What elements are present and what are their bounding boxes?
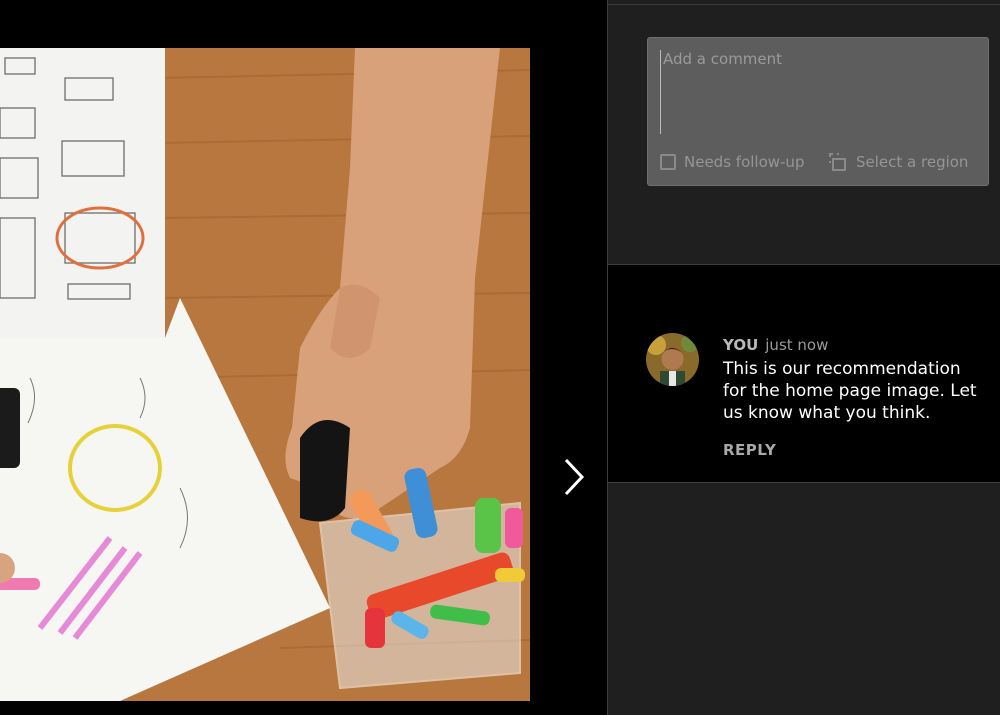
divider [608, 482, 1000, 483]
comment-text: This is our recommendation for the home … [723, 359, 977, 423]
select-region-label: Select a region [856, 153, 969, 171]
image-viewer [0, 0, 607, 715]
comment-item: YOU just now This is our recommendation … [608, 265, 1000, 482]
chevron-right-icon [564, 458, 585, 496]
comment-author: YOU [723, 336, 759, 354]
photo [0, 48, 530, 701]
divider [608, 4, 1000, 5]
user-avatar [646, 333, 699, 386]
comments-panel: Needs follow-up Select a region [607, 0, 1000, 715]
comment-timestamp: just now [765, 336, 829, 354]
reply-button[interactable]: REPLY [723, 441, 776, 459]
select-region-icon [829, 153, 846, 171]
comment-input[interactable] [660, 50, 979, 134]
select-region-button[interactable]: Select a region [828, 152, 968, 172]
needs-follow-up-label: Needs follow-up [684, 153, 805, 171]
next-arrow-button[interactable] [556, 456, 592, 498]
comment-meta: YOU just now [723, 336, 828, 354]
comment-composer: Needs follow-up Select a region [647, 37, 989, 186]
needs-follow-up-checkbox[interactable]: Needs follow-up [660, 153, 804, 171]
checkbox-icon [660, 154, 676, 170]
